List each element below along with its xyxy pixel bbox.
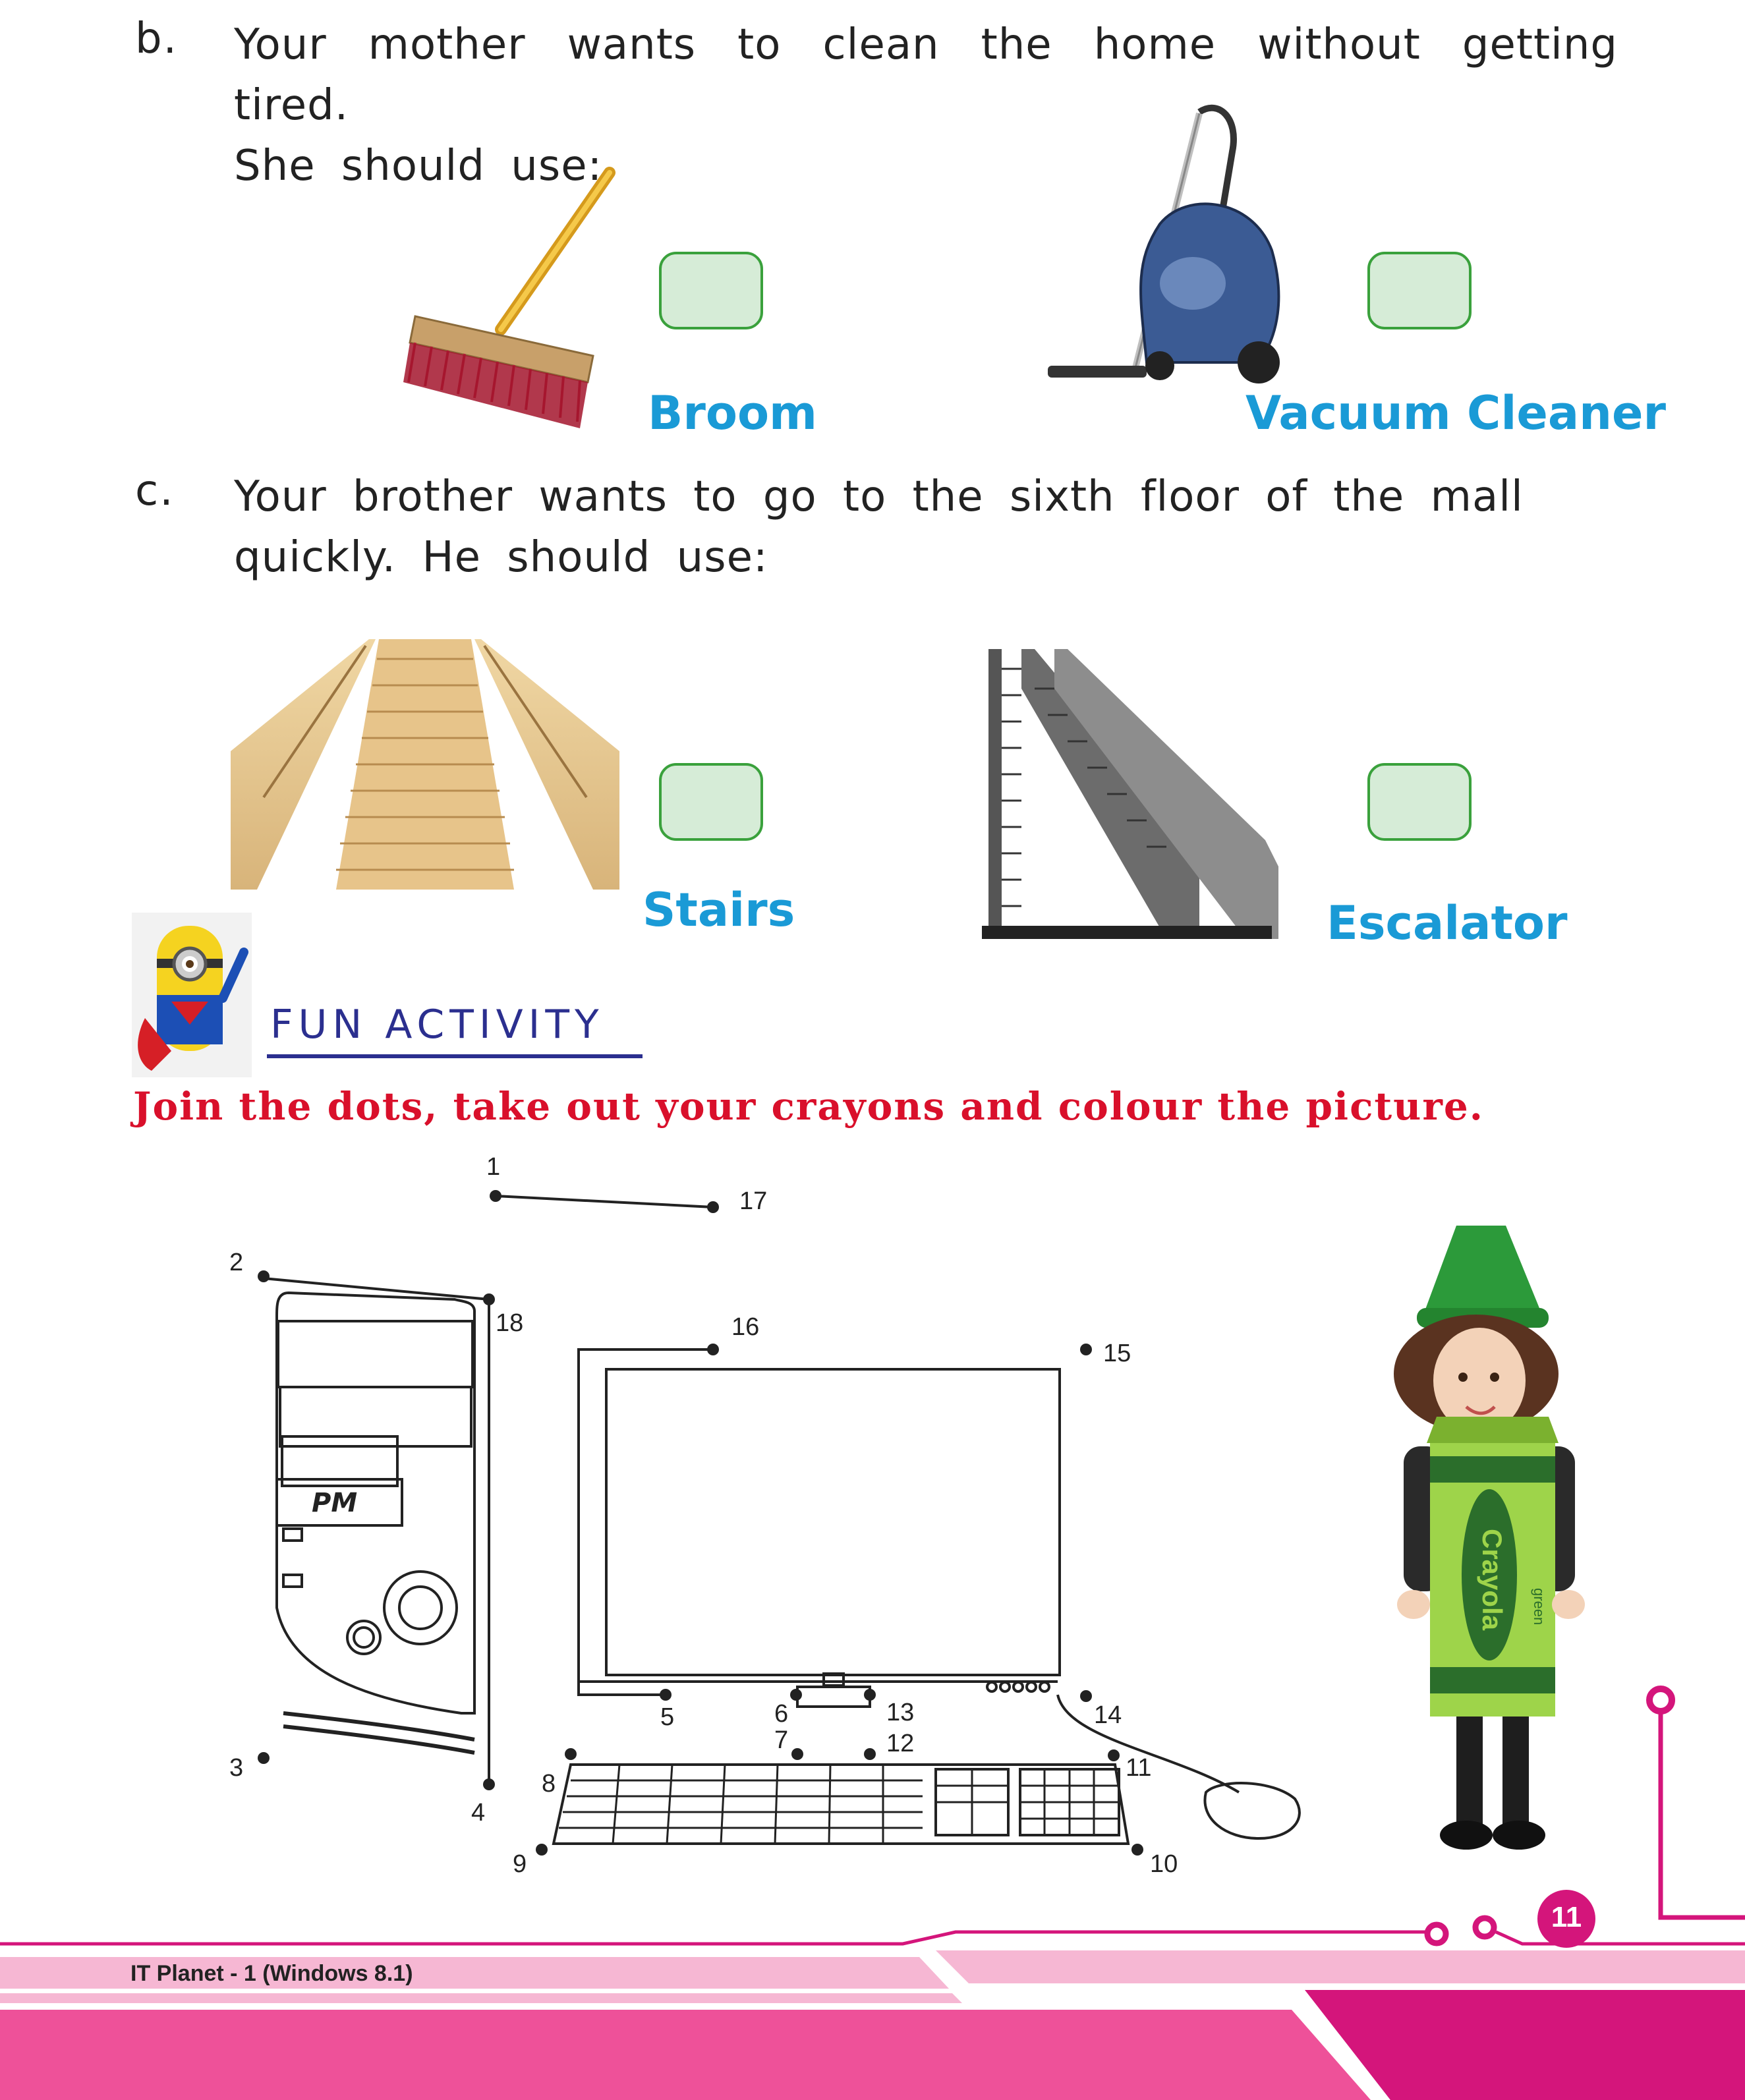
broom-image <box>403 167 615 428</box>
vacuum-cleaner-checkbox[interactable] <box>1367 252 1472 329</box>
question-c-letter: c. <box>135 467 175 515</box>
question-c-line2: quickly. He should use: <box>234 533 768 582</box>
stairs-image <box>231 639 619 890</box>
dot-number-2: 2 <box>229 1249 244 1276</box>
dot-number-1: 1 <box>486 1153 501 1181</box>
fun-activity-title: FUN ACTIVITY <box>270 1002 604 1048</box>
question-c-line1: Your brother wants to go to the sixth fl… <box>234 472 1524 521</box>
minion-mascot-icon <box>132 913 252 1077</box>
dot-number-18: 18 <box>496 1309 524 1337</box>
footer-decoration <box>0 1686 1745 2100</box>
crayon-color-text: green <box>1531 1588 1547 1625</box>
escalator-checkbox[interactable] <box>1367 763 1472 841</box>
crayon-brand-text: Crayola <box>1477 1529 1508 1631</box>
page-number: 11 <box>1551 1901 1582 1933</box>
question-b-line1: Your mother wants to clean the home with… <box>234 20 1618 130</box>
dot-number-16: 16 <box>731 1313 760 1341</box>
footer-book-title: IT Planet - 1 (Windows 8.1) <box>130 1961 413 1986</box>
escalator-image <box>982 649 1278 939</box>
escalator-label: Escalator <box>1327 896 1568 950</box>
stairs-checkbox[interactable] <box>659 763 763 841</box>
cpu-label-pm: PM <box>312 1488 358 1518</box>
broom-label: Broom <box>648 386 817 440</box>
instruction-text: Join the dots, take out your crayons and… <box>133 1084 1485 1129</box>
stairs-label: Stairs <box>643 883 795 937</box>
fun-activity-underline <box>267 1054 643 1058</box>
question-b-letter: b. <box>135 14 178 63</box>
broom-checkbox[interactable] <box>659 252 763 329</box>
dot-number-17: 17 <box>739 1187 768 1215</box>
question-c-text: Your brother wants to go to the sixth fl… <box>234 467 1618 588</box>
dot-number-15: 15 <box>1103 1340 1131 1367</box>
vacuum-cleaner-label: Vacuum Cleaner <box>1245 386 1666 440</box>
vacuum-cleaner-image <box>1048 104 1280 383</box>
